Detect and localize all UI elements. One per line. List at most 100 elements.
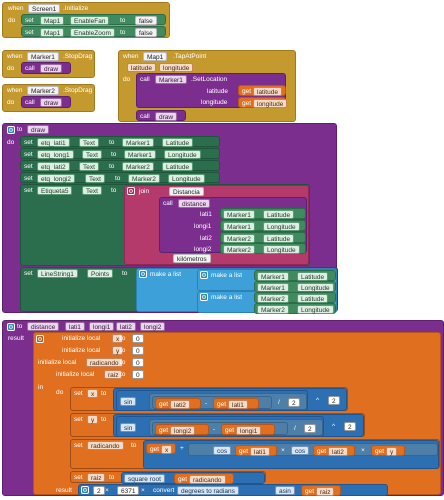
variable-dropdown[interactable]: latitude: [253, 87, 282, 96]
component-dropdown[interactable]: Marker2: [27, 86, 59, 95]
set-etq-lati1[interactable]: set etq_lati1 Text to Marker1 Latitude: [20, 136, 220, 147]
property-dropdown[interactable]: Text: [79, 138, 99, 147]
field-dropdown[interactable]: Longitude: [263, 222, 300, 231]
distance-procedure-block[interactable]: ⚙ to distance lati1 longi1 lati2 longi2 …: [2, 320, 444, 496]
get-lati2[interactable]: get lati2: [155, 398, 201, 409]
local-name-radicando[interactable]: radicando: [86, 358, 123, 367]
add-block[interactable]: get x + cos get lati1 × cos get lati2 × …: [143, 440, 439, 469]
gear-icon[interactable]: ⚙: [7, 323, 15, 331]
map1-tapatpoint-block[interactable]: when Map1 .TapAtPoint latitude longitude…: [118, 50, 296, 122]
property-dropdown[interactable]: EnableFan: [70, 16, 110, 25]
get-lati2[interactable]: get lati2: [313, 445, 355, 456]
boolean-dropdown[interactable]: false: [135, 16, 157, 25]
make-a-list-inner-2[interactable]: ⚙ make a list Marker2 Latitude Marker2 L…: [197, 291, 337, 314]
text-string-distancia[interactable]: Distancia: [169, 187, 204, 196]
sin-block[interactable]: sin get longi2 - get longi1 / 2: [116, 416, 324, 437]
get-longi1[interactable]: get longi1: [221, 424, 275, 435]
marker-dropdown[interactable]: Marker2: [223, 245, 255, 254]
property-dropdown[interactable]: EnableZoom: [70, 28, 115, 37]
call-draw[interactable]: call draw: [21, 62, 71, 74]
variable-dropdown[interactable]: lati2: [170, 400, 190, 409]
number-zero[interactable]: 0: [132, 334, 144, 343]
component-dropdown[interactable]: etq_long1: [37, 150, 74, 159]
param-longi2[interactable]: longi2: [140, 322, 166, 331]
convert-mode-dropdown[interactable]: degrees to radians: [177, 486, 239, 495]
component-dropdown[interactable]: Marker1: [155, 75, 187, 84]
marker2-stopdrag-block[interactable]: when Marker2 .StopDrag do call draw: [2, 84, 95, 112]
math-function-dropdown[interactable]: cos: [291, 446, 310, 455]
variable-dropdown[interactable]: lati1: [228, 400, 248, 409]
number-two[interactable]: 2: [288, 398, 300, 407]
get-lati1[interactable]: get lati1: [213, 398, 259, 409]
field-dropdown[interactable]: Latitude: [263, 234, 295, 243]
component-dropdown[interactable]: Map1: [143, 52, 168, 61]
math-function-dropdown[interactable]: sin: [120, 397, 137, 406]
field-dropdown[interactable]: Longitude: [168, 174, 205, 183]
variable-dropdown[interactable]: radicando: [189, 475, 226, 484]
property-dropdown[interactable]: Points: [87, 269, 114, 278]
set-etq-longi2[interactable]: set etq_longi2 Text to Marker2 Longitude: [20, 172, 220, 183]
math-function-dropdown[interactable]: sin: [120, 423, 137, 432]
math-function-dropdown[interactable]: asin: [275, 486, 295, 495]
gear-icon[interactable]: ⚙: [200, 271, 208, 279]
field-dropdown[interactable]: Longitude: [164, 150, 201, 159]
divide-block[interactable]: get longi2 - get longi1 / 2: [149, 419, 323, 436]
variable-dropdown[interactable]: y: [386, 447, 398, 456]
initialize-locals-block[interactable]: ⚙ initialize local x to 0 initialize loc…: [33, 332, 441, 496]
variable-dropdown[interactable]: lati2: [328, 447, 348, 456]
call-draw[interactable]: call draw: [21, 96, 71, 108]
number-exponent[interactable]: 2: [344, 422, 356, 431]
field-dropdown[interactable]: Latitude: [162, 138, 194, 147]
marker-dropdown[interactable]: Marker1: [257, 272, 289, 281]
number-two[interactable]: 2: [304, 424, 316, 433]
get-x[interactable]: get x: [146, 443, 176, 454]
component-dropdown[interactable]: Screen1: [28, 4, 61, 13]
gear-icon[interactable]: ⚙: [7, 126, 15, 134]
variable-dropdown[interactable]: lati1: [250, 447, 270, 456]
math-function-dropdown[interactable]: cos: [213, 446, 232, 455]
variable-dropdown[interactable]: x: [87, 389, 99, 398]
procedure-dropdown[interactable]: draw: [155, 112, 178, 121]
text-string-kilometros[interactable]: kilómetros: [173, 254, 211, 263]
procedure-dropdown[interactable]: draw: [40, 64, 63, 73]
gear-icon[interactable]: ⚙: [200, 293, 208, 301]
gear-icon[interactable]: ⚙: [81, 486, 89, 494]
sin-block[interactable]: sin get lati2 - get lati1 / 2: [116, 390, 308, 411]
field-dropdown[interactable]: Longitude: [263, 245, 300, 254]
call-distance[interactable]: call distance lati1 longi1 lati2 longi2 …: [159, 197, 307, 254]
subtract-block[interactable]: get lati2 - get lati1: [152, 396, 272, 409]
set-etq-long1[interactable]: set etq_long1 Text to Marker1 Longitude: [20, 148, 220, 159]
marker-dropdown[interactable]: Marker2: [223, 234, 255, 243]
variable-dropdown[interactable]: longi1: [236, 426, 262, 435]
marker1-stopdrag-block[interactable]: when Marker1 .StopDrag do call draw: [2, 50, 95, 78]
procedure-name-field[interactable]: distance: [27, 322, 60, 331]
marker1-latitude-getter[interactable]: Marker1 Latitude: [220, 208, 306, 219]
procedure-dropdown[interactable]: distance: [178, 199, 211, 208]
set-x-block[interactable]: set x to sin get lati2 - get lati1 / 2 ^…: [70, 387, 348, 411]
property-dropdown[interactable]: Text: [85, 174, 105, 183]
multiply-block[interactable]: cos get lati1 × cos get lati2 × get y: [188, 443, 438, 456]
boolean-dropdown[interactable]: false: [135, 28, 157, 37]
divide-block[interactable]: get lati2 - get lati1 / 2: [149, 393, 307, 410]
marker-dropdown[interactable]: Marker2: [122, 162, 154, 171]
component-dropdown[interactable]: Etiqueta5: [37, 186, 73, 195]
subtract-block[interactable]: get longi2 - get longi1: [152, 422, 288, 435]
get-latitude[interactable]: get latitude: [238, 85, 286, 96]
marker-dropdown[interactable]: Marker2: [128, 174, 160, 183]
call-marker1-setlocation[interactable]: call Marker1 .SetLocation latitude longi…: [136, 73, 288, 108]
call-draw[interactable]: call draw: [136, 110, 186, 121]
gear-icon[interactable]: ⚙: [36, 335, 44, 343]
property-dropdown[interactable]: Text: [82, 186, 102, 195]
component-dropdown[interactable]: etq_lati2: [37, 162, 70, 171]
variable-dropdown[interactable]: raiz: [87, 473, 106, 482]
component-dropdown[interactable]: LineString1: [37, 269, 78, 278]
component-dropdown[interactable]: Marker1: [27, 52, 59, 61]
param-longitude[interactable]: longitude: [159, 63, 194, 72]
component-dropdown[interactable]: etq_longi2: [37, 174, 75, 183]
param-latitude[interactable]: latitude: [127, 63, 156, 72]
component-dropdown[interactable]: etq_lati1: [37, 138, 70, 147]
marker2-longitude-getter[interactable]: Marker2 Longitude: [254, 303, 336, 314]
set-etq-lati2[interactable]: set etq_lati2 Text to Marker2 Latitude: [20, 160, 220, 171]
component-dropdown[interactable]: Map1: [40, 16, 65, 25]
number-radius[interactable]: 6371: [117, 486, 140, 495]
